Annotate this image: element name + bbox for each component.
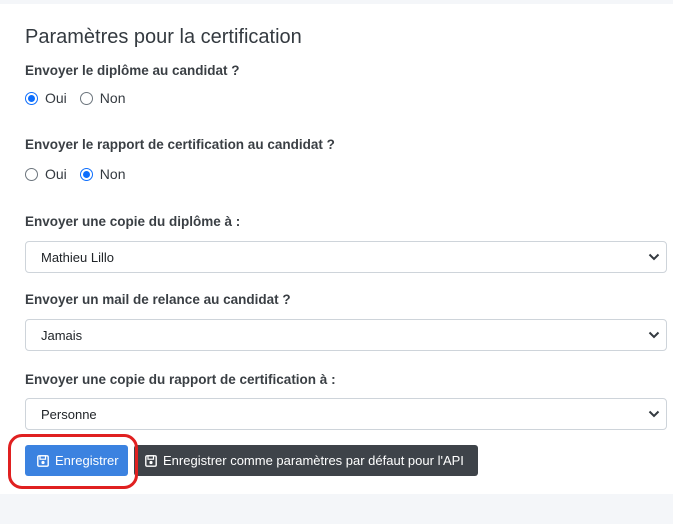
diploma-option-non[interactable]: Non [79, 90, 126, 106]
diploma-label-non: Non [99, 90, 126, 106]
report-option-non[interactable]: Non [79, 166, 126, 182]
diploma-label-oui: Oui [45, 90, 67, 106]
copy-report-select[interactable]: Personne [25, 398, 667, 430]
chevron-down-icon [648, 331, 660, 339]
chevron-down-icon [648, 410, 660, 418]
certification-settings-card: Paramètres pour la certification Envoyer… [0, 4, 673, 494]
report-radio-group: Oui Non [25, 166, 138, 182]
diploma-option-oui[interactable]: Oui [25, 90, 67, 106]
diploma-radio-group: Oui Non [25, 90, 138, 106]
copy-diploma-select[interactable]: Mathieu Lillo [25, 241, 667, 273]
diploma-radio-non[interactable] [79, 91, 93, 105]
diploma-question: Envoyer le diplôme au candidat ? [25, 63, 240, 78]
report-option-oui[interactable]: Oui [25, 166, 67, 182]
copy-report-question: Envoyer une copie du rapport de certific… [25, 372, 336, 387]
report-label-oui: Oui [45, 166, 67, 182]
report-radio-oui[interactable] [25, 167, 38, 181]
floppy-disk-icon [145, 454, 157, 467]
page-title: Paramètres pour la certification [25, 26, 302, 48]
diploma-radio-oui[interactable] [25, 91, 38, 105]
report-radio-non[interactable] [79, 167, 93, 181]
copy-diploma-value: Mathieu Lillo [41, 249, 114, 265]
chevron-down-icon [648, 253, 660, 261]
report-question: Envoyer le rapport de certification au c… [25, 137, 335, 152]
reminder-question: Envoyer un mail de relance au candidat ? [25, 292, 291, 307]
reminder-value: Jamais [41, 327, 83, 343]
reminder-select[interactable]: Jamais [25, 319, 667, 351]
save-default-button[interactable]: Enregistrer comme paramètres par défaut … [134, 445, 478, 476]
copy-report-value: Personne [41, 406, 97, 422]
save-default-button-label: Enregistrer comme paramètres par défaut … [163, 453, 464, 468]
highlight-annotation [8, 434, 138, 489]
report-label-non: Non [99, 166, 126, 182]
copy-diploma-question: Envoyer une copie du diplôme à : [25, 214, 241, 229]
